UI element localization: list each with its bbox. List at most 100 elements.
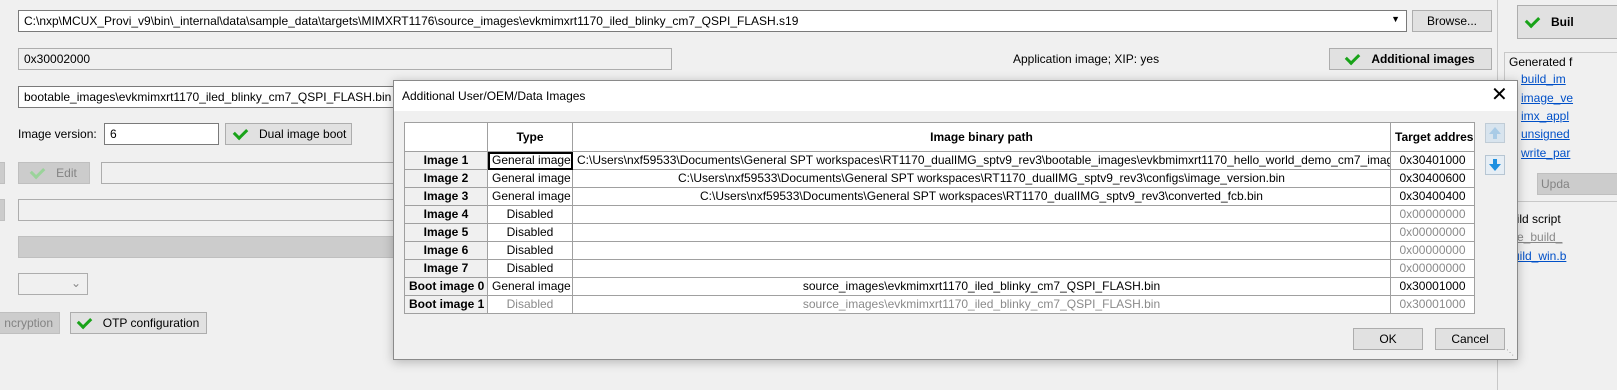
path-cell[interactable]	[572, 205, 1391, 224]
type-cell[interactable]: Disabled	[487, 259, 573, 278]
additional-images-button[interactable]: Additional images	[1329, 48, 1492, 70]
image-version-input[interactable]: 6	[104, 123, 219, 145]
images-table: Type Image binary path Target address Im…	[404, 122, 1475, 314]
start-address-field[interactable]: 0x30002000	[18, 48, 672, 70]
disabled-dropdown: ⌄	[18, 273, 88, 295]
address-cell[interactable]: 0x00000000	[1390, 241, 1475, 260]
table-row[interactable]: Image 5 Disabled 0x00000000	[404, 223, 1475, 242]
update-button: Upda	[1537, 173, 1617, 195]
type-cell[interactable]: General image	[487, 169, 573, 188]
generated-link-1[interactable]: build_im	[1521, 72, 1566, 86]
dialog-title: Additional User/OEM/Data Images	[402, 89, 586, 103]
left-cut-button-2	[0, 199, 5, 221]
table-row[interactable]: Image 7 Disabled 0x00000000	[404, 259, 1475, 278]
build-script-link-1[interactable]: re_build_	[1513, 230, 1562, 244]
dual-image-boot-button[interactable]: Dual image boot	[225, 123, 352, 145]
generated-link-2[interactable]: image_ve	[1521, 91, 1573, 105]
close-icon[interactable]: ✕	[1491, 83, 1508, 107]
address-cell[interactable]: 0x30001000	[1390, 277, 1475, 296]
path-cell[interactable]: C:\Users\nxf59533\Documents\General SPT …	[572, 169, 1391, 188]
type-cell[interactable]: Disabled	[487, 223, 573, 242]
address-cell[interactable]: 0x00000000	[1390, 259, 1475, 278]
image-version-label: Image version:	[18, 127, 97, 141]
edit-button: Edit	[18, 162, 90, 184]
arrow-up-icon	[1489, 127, 1501, 139]
address-cell[interactable]: 0x30001000	[1390, 295, 1475, 314]
disabled-field-2	[18, 199, 401, 221]
otp-configuration-label: OTP configuration	[102, 316, 200, 330]
encryption-label: ncryption	[4, 316, 53, 330]
source-image-path-text: C:\nxp\MCUX_Provi_v9\bin\_internal\data\…	[24, 14, 799, 28]
move-up-button[interactable]	[1485, 123, 1505, 143]
check-icon	[232, 124, 249, 141]
type-cell[interactable]: Disabled	[487, 205, 573, 224]
path-cell[interactable]: C:\Users\nxf59533\Documents\General SPT …	[572, 187, 1391, 206]
table-row[interactable]: Image 6 Disabled 0x00000000	[404, 241, 1475, 260]
browse-button[interactable]: Browse...	[1412, 10, 1492, 32]
check-icon	[1524, 12, 1541, 29]
chevron-down-icon: ⌄	[70, 276, 81, 290]
row-header: Image 3	[404, 187, 488, 206]
check-icon	[1345, 49, 1361, 66]
table-row[interactable]: Image 4 Disabled 0x00000000	[404, 205, 1475, 224]
row-header: Image 1	[404, 151, 488, 170]
row-header: Boot image 1	[404, 295, 488, 314]
row-header: Image 2	[404, 169, 488, 188]
dual-image-boot-label: Dual image boot	[259, 127, 347, 141]
bootable-image-path-field[interactable]: bootable_images\evkmimxrt1170_iled_blink…	[18, 86, 398, 108]
path-cell[interactable]: source_images\evkmimxrt1170_iled_blinky_…	[572, 277, 1391, 296]
address-cell[interactable]: 0x00000000	[1390, 205, 1475, 224]
table-row[interactable]: Image 1 General image C:\Users\nxf59533\…	[404, 151, 1475, 170]
additional-images-dialog: Additional User/OEM/Data Images ✕ Type I…	[393, 80, 1518, 360]
path-cell[interactable]: source_images\evkmimxrt1170_iled_blinky_…	[572, 295, 1391, 314]
table-row[interactable]: Image 3 General image C:\Users\nxf59533\…	[404, 187, 1475, 206]
table-row[interactable]: Boot image 1 Disabled source_images\evkm…	[404, 295, 1475, 314]
type-cell[interactable]: Disabled	[487, 295, 573, 314]
resize-grip[interactable]: ⋱	[1506, 349, 1515, 358]
address-cell[interactable]: 0x30400600	[1390, 169, 1475, 188]
address-cell[interactable]: 0x30401000	[1390, 151, 1475, 170]
left-cut-button-1	[0, 162, 5, 184]
arrow-down-icon	[1489, 159, 1501, 171]
corner-header	[404, 122, 488, 152]
row-header: Image 5	[404, 223, 488, 242]
application-info-text: Application image; XIP: yes	[1013, 52, 1160, 66]
table-row[interactable]: Image 2 General image C:\Users\nxf59533\…	[404, 169, 1475, 188]
type-cell[interactable]: General image	[487, 187, 573, 206]
disabled-field-1	[101, 162, 401, 184]
generated-link-3[interactable]: imx_appl	[1521, 109, 1569, 123]
cancel-button[interactable]: Cancel	[1435, 328, 1505, 350]
generated-link-5[interactable]: write_par	[1521, 146, 1570, 160]
check-icon	[29, 163, 46, 180]
dialog-title-bar: Additional User/OEM/Data Images ✕	[394, 81, 1517, 111]
build-script-link-2[interactable]: uild_win.b	[1513, 249, 1566, 263]
build-button[interactable]: Buil	[1517, 5, 1617, 39]
column-header-type[interactable]: Type	[487, 122, 573, 152]
check-icon	[76, 313, 93, 330]
address-cell[interactable]: 0x00000000	[1390, 223, 1475, 242]
address-cell[interactable]: 0x30400400	[1390, 187, 1475, 206]
move-down-button[interactable]	[1485, 155, 1505, 175]
generated-files-label: Generated f	[1509, 55, 1573, 69]
type-cell[interactable]: General image	[487, 277, 573, 296]
path-cell[interactable]	[572, 223, 1391, 242]
disabled-bar	[18, 236, 401, 258]
row-header: Image 6	[404, 241, 488, 260]
edit-label: Edit	[56, 166, 77, 180]
column-header-path[interactable]: Image binary path	[572, 122, 1391, 152]
generated-link-4[interactable]: unsigned	[1521, 127, 1570, 141]
type-cell[interactable]: General image	[487, 151, 573, 170]
ok-button[interactable]: OK	[1353, 328, 1423, 350]
row-header: Image 4	[404, 205, 488, 224]
source-image-path-field[interactable]: C:\nxp\MCUX_Provi_v9\bin\_internal\data\…	[18, 10, 1407, 32]
path-cell[interactable]: C:\Users\nxf59533\Documents\General SPT …	[572, 151, 1391, 170]
path-cell[interactable]	[572, 241, 1391, 260]
table-row[interactable]: Boot image 0 General image source_images…	[404, 277, 1475, 296]
row-header: Image 7	[404, 259, 488, 278]
additional-images-label: Additional images	[1371, 52, 1475, 66]
path-cell[interactable]	[572, 259, 1391, 278]
otp-configuration-button[interactable]: OTP configuration	[70, 312, 207, 334]
chevron-down-icon[interactable]: ▼	[1391, 14, 1400, 24]
type-cell[interactable]: Disabled	[487, 241, 573, 260]
column-header-address[interactable]: Target address	[1390, 122, 1475, 152]
